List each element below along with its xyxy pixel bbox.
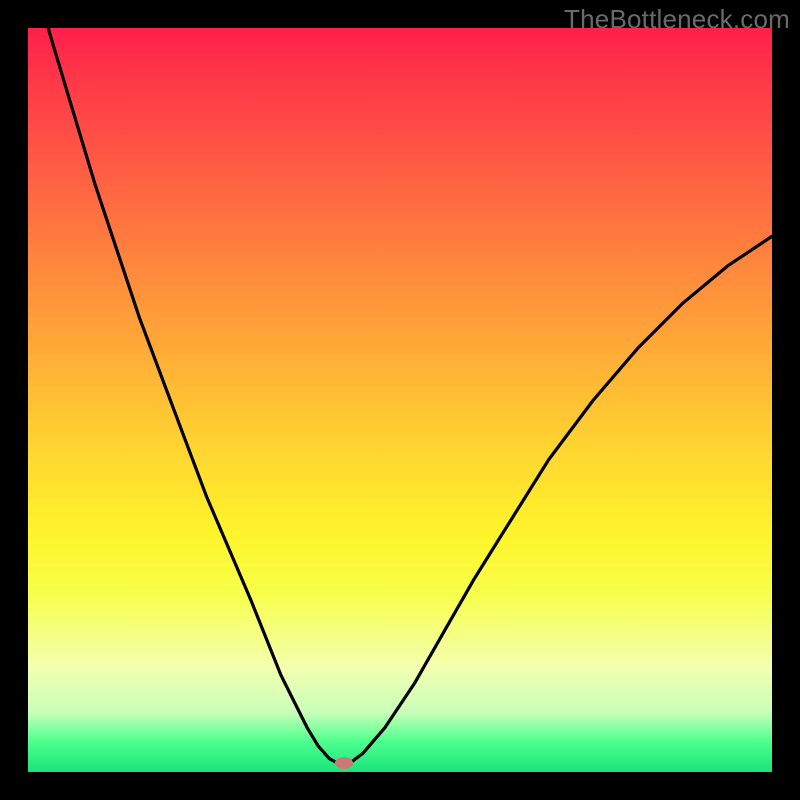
- chart-frame: TheBottleneck.com: [0, 0, 800, 800]
- bottleneck-curve: [28, 0, 772, 765]
- plot-area: [28, 28, 772, 772]
- curve-svg: [28, 28, 772, 772]
- minimum-marker: [335, 757, 353, 769]
- watermark-text: TheBottleneck.com: [564, 4, 790, 35]
